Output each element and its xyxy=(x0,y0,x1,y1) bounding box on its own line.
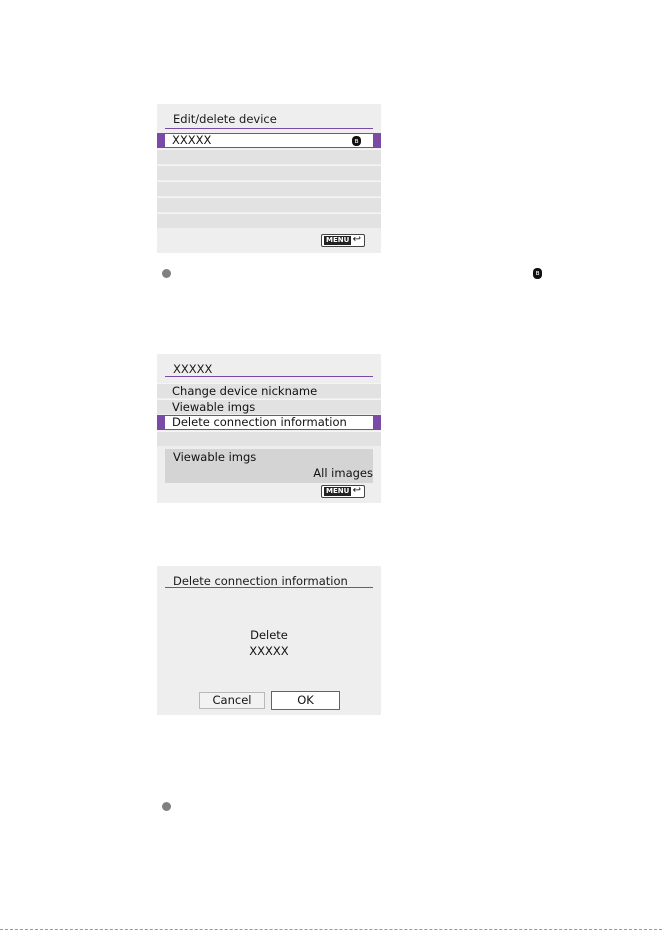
menu-item-delete-connection[interactable]: Delete connection information xyxy=(157,415,381,430)
dialog-message-line2: XXXXX xyxy=(249,644,289,658)
screen-title: Edit/delete device xyxy=(173,112,277,126)
delete-confirm-dialog: Delete connection information Delete XXX… xyxy=(157,566,381,715)
menu-item-empty[interactable] xyxy=(157,431,381,446)
back-arrow-icon: ↩ xyxy=(352,485,361,496)
menu-back-button[interactable]: MENU ↩ xyxy=(321,234,365,247)
device-row-empty[interactable] xyxy=(157,165,381,180)
device-row-empty[interactable] xyxy=(157,149,381,164)
screen-title: XXXXX xyxy=(173,362,213,376)
edit-delete-device-screen: Edit/delete device XXXXX ʙ MENU ↩ xyxy=(157,104,381,253)
device-name: XXXXX xyxy=(172,133,212,147)
device-row-selected[interactable]: XXXXX ʙ xyxy=(157,133,381,148)
info-label: Viewable imgs xyxy=(173,450,257,464)
bluetooth-icon: ʙ xyxy=(533,268,542,279)
menu-item-label: Delete connection information xyxy=(172,415,347,429)
menu-item-viewable-imgs[interactable]: Viewable imgs xyxy=(157,399,381,414)
bluetooth-icon: ʙ xyxy=(352,136,361,146)
info-panel: Viewable imgs All images xyxy=(165,449,373,483)
menu-item-label: Change device nickname xyxy=(172,384,318,398)
dialog-message-line1: Delete xyxy=(250,628,288,642)
back-arrow-icon: ↩ xyxy=(352,234,361,245)
title-divider xyxy=(165,587,373,588)
device-row-empty[interactable] xyxy=(157,213,381,228)
menu-back-button[interactable]: MENU ↩ xyxy=(321,485,365,498)
menu-label: MENU xyxy=(324,236,352,245)
device-row-empty[interactable] xyxy=(157,197,381,212)
ok-button[interactable]: OK xyxy=(271,691,340,710)
title-divider xyxy=(165,128,373,129)
title-divider xyxy=(165,376,373,377)
menu-item-label: Viewable imgs xyxy=(172,400,256,414)
cancel-button[interactable]: Cancel xyxy=(199,692,265,709)
dialog-title: Delete connection information xyxy=(173,574,348,588)
device-options-screen: XXXXX Change device nickname Viewable im… xyxy=(157,354,381,503)
page-bottom-rule xyxy=(0,929,662,930)
bullet-icon xyxy=(162,802,171,811)
bullet-icon xyxy=(162,269,171,278)
menu-label: MENU xyxy=(324,487,352,496)
menu-item-change-nickname[interactable]: Change device nickname xyxy=(157,383,381,398)
info-value: All images xyxy=(313,466,373,480)
device-row-empty[interactable] xyxy=(157,181,381,196)
